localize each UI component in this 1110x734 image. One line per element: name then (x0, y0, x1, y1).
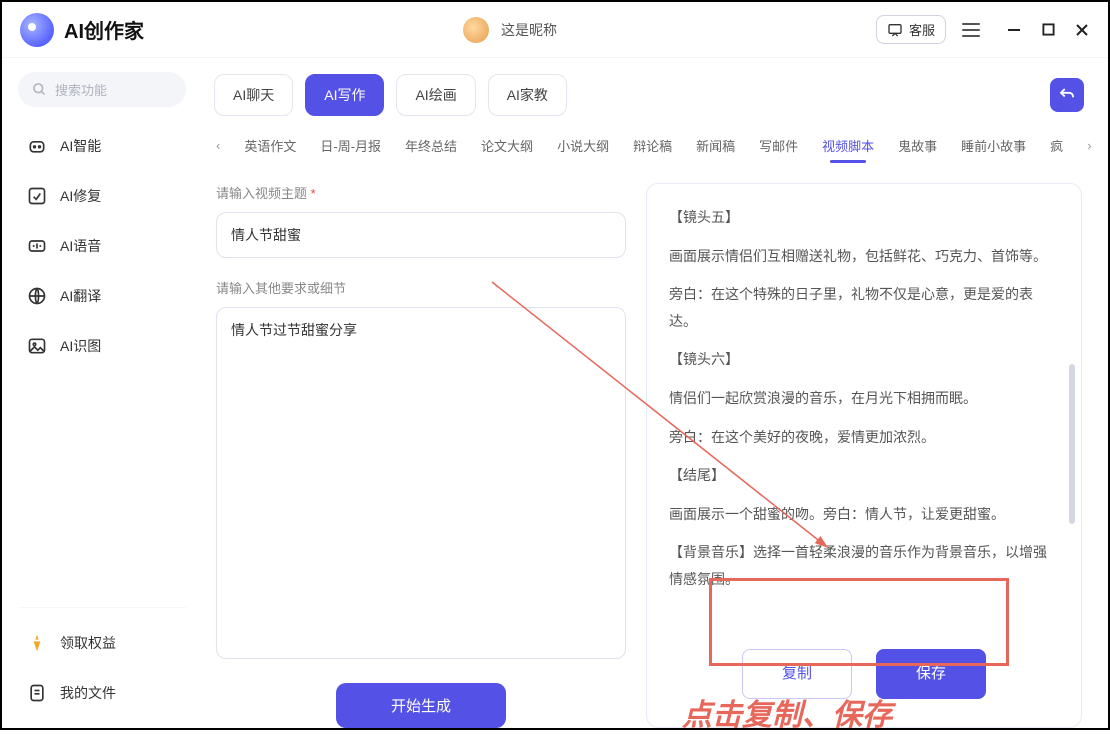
category-item[interactable]: 辩论稿 (633, 136, 672, 155)
output-line: 【结尾】 (669, 462, 1051, 489)
category-item[interactable]: 日-周-月报 (320, 136, 381, 155)
sidebar-item-label: AI智能 (60, 136, 101, 156)
sidebar-item-ai-smart[interactable]: AI智能 (18, 125, 186, 167)
maximize-button[interactable] (1040, 22, 1056, 38)
output-line: 画面展示情侣们互相赠送礼物，包括鲜花、巧克力、首饰等。 (669, 243, 1051, 270)
main-area: AI聊天 AI写作 AI绘画 AI家教 ‹ 英语作文 日-周-月报 年终总结 论… (202, 58, 1108, 728)
titlebar-center: 这是昵称 (144, 17, 876, 43)
close-button[interactable] (1074, 22, 1090, 38)
category-item[interactable]: 英语作文 (244, 136, 296, 155)
sidebar: 搜索功能 AI智能 AI修复 AI语音 AI翻译 AI识图 (2, 58, 202, 728)
generate-button[interactable]: 开始生成 (336, 683, 506, 728)
window-controls (1006, 22, 1090, 38)
sidebar-item-ai-image[interactable]: AI识图 (18, 325, 186, 367)
topic-input[interactable]: 情人节甜蜜 (216, 212, 626, 258)
mode-tabs: AI聊天 AI写作 AI绘画 AI家教 (206, 70, 1092, 130)
mode-tab-chat[interactable]: AI聊天 (214, 74, 293, 116)
output-line: 旁白：在这个美好的夜晚，爱情更加浓烈。 (669, 424, 1051, 451)
chat-icon (887, 22, 903, 38)
minimize-button[interactable] (1006, 22, 1022, 38)
mode-tab-draw[interactable]: AI绘画 (396, 74, 475, 116)
sidebar-item-label: AI翻译 (60, 286, 101, 306)
output-line: 【镜头五】 (669, 204, 1051, 231)
copy-button[interactable]: 复制 (742, 649, 852, 700)
category-tabs: ‹ 英语作文 日-周-月报 年终总结 论文大纲 小说大纲 辩论稿 新闻稿 写邮件… (206, 130, 1092, 165)
category-item[interactable]: 睡前小故事 (961, 136, 1026, 155)
sidebar-item-myfiles[interactable]: 我的文件 (18, 672, 186, 714)
logo-wrap: AI创作家 (20, 13, 144, 47)
sidebar-item-ai-repair[interactable]: AI修复 (18, 175, 186, 217)
sidebar-item-label: AI修复 (60, 186, 101, 206)
search-icon (32, 82, 47, 97)
category-item[interactable]: 论文大纲 (481, 136, 533, 155)
sidebar-item-ai-translate[interactable]: AI翻译 (18, 275, 186, 317)
undo-icon (1058, 86, 1076, 104)
mode-tab-write[interactable]: AI写作 (305, 74, 384, 116)
output-body[interactable]: 【镜头五】 画面展示情侣们互相赠送礼物，包括鲜花、巧克力、首饰等。 旁白：在这个… (669, 204, 1059, 631)
detail-label: 请输入其他要求或细节 (216, 278, 626, 297)
content-row: 请输入视频主题 * 情人节甜蜜 请输入其他要求或细节 情人节过节甜蜜分享 开始生… (206, 165, 1092, 728)
mode-tab-tutor[interactable]: AI家教 (488, 74, 567, 116)
app-logo-icon (20, 13, 54, 47)
undo-button[interactable] (1050, 78, 1084, 112)
output-actions: 复制 保存 (669, 631, 1059, 708)
sidebar-item-label: AI语音 (60, 236, 101, 256)
category-item[interactable]: 写邮件 (759, 136, 798, 155)
topic-label: 请输入视频主题 * (216, 183, 626, 202)
translate-icon (26, 285, 48, 307)
repair-icon (26, 185, 48, 207)
sidebar-item-label: AI识图 (60, 336, 101, 356)
avatar[interactable] (463, 17, 489, 43)
file-icon (26, 682, 48, 704)
chevron-left-icon[interactable]: ‹ (216, 138, 220, 153)
output-line: 情侣们一起欣赏浪漫的音乐，在月光下相拥而眠。 (669, 385, 1051, 412)
search-input[interactable]: 搜索功能 (18, 72, 186, 107)
category-item[interactable]: 鬼故事 (898, 136, 937, 155)
category-item[interactable]: 疯 (1050, 136, 1063, 155)
sidebar-item-ai-voice[interactable]: AI语音 (18, 225, 186, 267)
output-line: 【背景音乐】选择一首轻柔浪漫的音乐作为背景音乐，以增强情感氛围。 (669, 539, 1051, 592)
save-button[interactable]: 保存 (876, 649, 986, 700)
category-item-active[interactable]: 视频脚本 (822, 136, 874, 155)
detail-textarea[interactable]: 情人节过节甜蜜分享 (216, 307, 626, 659)
image-icon (26, 335, 48, 357)
titlebar: AI创作家 这是昵称 客服 (2, 2, 1108, 58)
category-item[interactable]: 小说大纲 (557, 136, 609, 155)
customer-service-button[interactable]: 客服 (876, 15, 946, 44)
sidebar-item-label: 领取权益 (60, 633, 116, 653)
scrollbar[interactable] (1069, 364, 1075, 524)
customer-service-label: 客服 (909, 20, 935, 39)
search-placeholder: 搜索功能 (55, 80, 107, 99)
input-column: 请输入视频主题 * 情人节甜蜜 请输入其他要求或细节 情人节过节甜蜜分享 开始生… (216, 183, 626, 728)
output-panel: 【镜头五】 画面展示情侣们互相赠送礼物，包括鲜花、巧克力、首饰等。 旁白：在这个… (646, 183, 1082, 728)
output-line: 旁白：在这个特殊的日子里，礼物不仅是心意，更是爱的表达。 (669, 281, 1051, 334)
menu-icon[interactable] (962, 23, 980, 37)
titlebar-right: 客服 (876, 15, 1090, 44)
sidebar-item-benefits[interactable]: 领取权益 (18, 622, 186, 664)
output-line: 【镜头六】 (669, 346, 1051, 373)
gift-icon (26, 632, 48, 654)
voice-icon (26, 235, 48, 257)
category-item[interactable]: 年终总结 (405, 136, 457, 155)
robot-icon (26, 135, 48, 157)
sidebar-nav: AI智能 AI修复 AI语音 AI翻译 AI识图 (18, 125, 186, 367)
app-title: AI创作家 (64, 15, 144, 44)
output-line: 画面展示一个甜蜜的吻。旁白：情人节，让爱更甜蜜。 (669, 501, 1051, 528)
chevron-right-icon[interactable]: › (1087, 138, 1091, 153)
nickname: 这是昵称 (501, 20, 557, 40)
sidebar-item-label: 我的文件 (60, 683, 116, 703)
sidebar-bottom: 领取权益 我的文件 (18, 607, 186, 714)
category-item[interactable]: 新闻稿 (696, 136, 735, 155)
